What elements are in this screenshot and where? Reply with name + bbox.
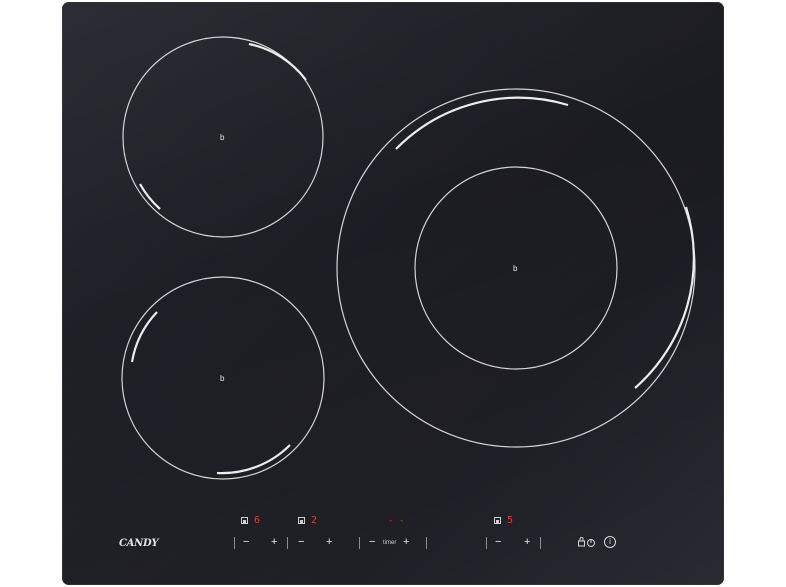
zone1-minus-button[interactable]: − (243, 537, 249, 548)
cooking-zones-drawing (121, 36, 696, 480)
zone-bottom-left-arc-top (130, 311, 158, 363)
zone-bottom-left-arc-bottom (216, 444, 291, 475)
zone1-power-display: 6 (254, 515, 261, 526)
power-info-button[interactable]: i (604, 536, 616, 548)
timer-plus-button[interactable]: + (403, 537, 409, 548)
zone2-power-display: 2 (311, 515, 318, 526)
zone3-minus-button[interactable]: − (495, 537, 501, 548)
zone3-power-display: 5 (507, 515, 514, 526)
zone3-plus-button[interactable]: + (524, 537, 530, 548)
control-separator (486, 537, 487, 549)
control-separator (234, 537, 235, 549)
zone-right-arc-top (395, 96, 569, 150)
zone1-select-icon[interactable] (241, 517, 248, 524)
timer-minus-button[interactable]: − (369, 537, 375, 548)
zone-right-mark: b (513, 264, 518, 273)
zone2-minus-button[interactable]: − (298, 537, 304, 548)
induction-hob-glass: b b b 6 2 - - 5 CANDY − + − + − timer + … (62, 2, 724, 585)
control-separator (426, 537, 427, 549)
zone2-plus-button[interactable]: + (326, 537, 332, 548)
child-lock-icon[interactable] (577, 536, 599, 548)
zone-top-left-mark: b (220, 133, 225, 142)
zone3-select-icon[interactable] (494, 517, 501, 524)
control-separator (540, 537, 541, 549)
zone-bottom-left-mark: b (220, 374, 225, 383)
zone-right-arc-right (634, 206, 695, 389)
zone2-select-icon[interactable] (298, 517, 305, 524)
control-separator (287, 537, 288, 549)
zone-top-left-arc-top (248, 42, 307, 81)
timer-label: timer (383, 540, 397, 546)
candy-logo: CANDY (119, 538, 159, 549)
timer-display: - - (388, 516, 405, 526)
zone1-plus-button[interactable]: + (271, 537, 277, 548)
control-separator (359, 537, 360, 549)
